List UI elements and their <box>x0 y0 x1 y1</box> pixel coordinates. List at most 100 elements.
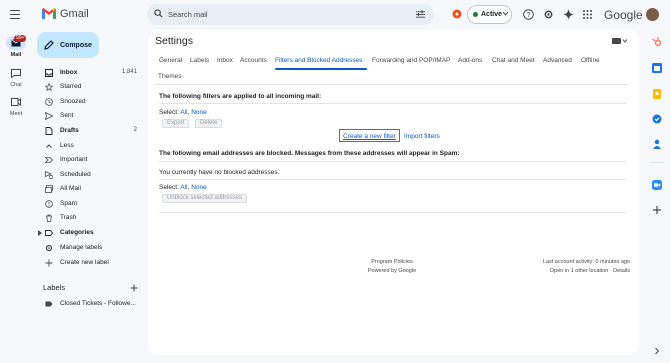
search-icon[interactable] <box>154 9 163 18</box>
tab-general[interactable]: General <box>159 57 182 64</box>
help-icon[interactable]: ? <box>523 9 534 20</box>
select-label: Select: <box>159 184 179 191</box>
contacts-icon[interactable] <box>652 139 662 149</box>
rail-item-mail[interactable]: Mail <box>1 52 31 58</box>
sidebar-item-create-label[interactable]: Create new label <box>30 256 147 270</box>
sidebar-item-label: Categories <box>60 229 94 236</box>
sidebar-item-snoozed[interactable]: Snoozed <box>30 95 147 109</box>
chevron-down-icon <box>503 12 508 16</box>
export-button[interactable]: Export <box>162 119 190 128</box>
tab-themes[interactable]: Themes <box>158 73 181 80</box>
select-all-link[interactable]: All <box>180 109 187 116</box>
unblock-button[interactable]: Unblock selected addresses <box>162 194 248 203</box>
filters-select-row: Select: All, None <box>159 109 207 116</box>
unread-badge: 99+ <box>14 35 27 42</box>
status-dot-icon <box>473 12 478 17</box>
chevron-right-icon[interactable] <box>652 346 662 356</box>
calendar-icon[interactable] <box>652 63 662 73</box>
sidebar-item-label: Starred <box>60 83 82 90</box>
sidebar-item-manage-labels[interactable]: Manage labels <box>30 241 147 255</box>
label-icon <box>45 229 53 237</box>
tab-filters-blocked[interactable]: Filters and Blocked Addresses <box>275 57 362 64</box>
unread-count: 1,841 <box>121 69 137 75</box>
select-label: Select: <box>159 109 179 116</box>
powered-by-text: Powered by Google <box>367 268 417 274</box>
sidebar-item-closed-tickets[interactable]: Closed Tickets - Followe... <box>30 297 147 311</box>
select-none-link[interactable]: None <box>191 109 207 116</box>
divider <box>159 103 626 104</box>
delete-button[interactable]: Delete <box>195 119 223 128</box>
sidebar-item-important[interactable]: Important <box>30 153 147 167</box>
label-icon <box>45 300 53 308</box>
details-link[interactable]: Open in 1 other location · Details <box>500 268 630 274</box>
hubspot-icon[interactable] <box>652 37 662 47</box>
tab-offline[interactable]: Offline <box>581 57 600 64</box>
spam-icon <box>45 200 53 208</box>
select-none-link[interactable]: None <box>191 184 207 191</box>
main-menu-icon[interactable] <box>10 10 20 19</box>
send-icon <box>45 112 53 120</box>
tab-chat-meet[interactable]: Chat and Meet <box>492 57 535 64</box>
add-label-icon[interactable] <box>130 284 138 292</box>
tab-accounts[interactable]: Accounts <box>240 57 267 64</box>
divider <box>159 179 626 180</box>
scheduled-icon <box>45 171 53 179</box>
get-addons-plus-icon[interactable] <box>652 205 662 215</box>
sidebar-item-drafts[interactable]: Drafts 2 <box>30 124 147 138</box>
sidebar-item-less[interactable]: Less <box>30 139 147 153</box>
all-mail-icon <box>45 185 53 193</box>
keep-icon[interactable] <box>652 89 662 99</box>
gmail-logo-icon[interactable] <box>41 7 57 20</box>
avatar[interactable] <box>646 8 659 21</box>
meet-icon[interactable] <box>11 98 21 106</box>
sidebar-item-spam[interactable]: Spam <box>30 197 147 211</box>
rail-item-chat[interactable]: Chat <box>1 82 31 88</box>
gemini-extension-icon[interactable] <box>452 9 462 19</box>
sidebar-item-inbox[interactable]: Inbox 1,841 <box>30 66 147 80</box>
sidebar-item-label: Important <box>60 156 88 163</box>
sidebar-item-label: Spam <box>60 200 77 207</box>
keyboard-input-icon[interactable] <box>612 38 628 44</box>
tab-addons[interactable]: Add-ons <box>458 57 482 64</box>
search-input[interactable]: Search mail <box>168 10 208 19</box>
zoom-addon-icon[interactable] <box>652 180 662 190</box>
sidebar-item-all-mail[interactable]: All Mail <box>30 182 147 196</box>
tasks-icon[interactable] <box>652 114 662 124</box>
create-filter-link[interactable]: Create a new filter <box>343 133 396 140</box>
tab-forwarding[interactable]: Forwarding and POP/IMAP <box>372 57 450 64</box>
gemini-sparkle-icon[interactable] <box>563 9 574 20</box>
rail-item-meet[interactable]: Meet <box>1 111 31 117</box>
draft-icon <box>45 127 53 135</box>
google-account-wordmark[interactable]: Google <box>604 8 643 22</box>
pencil-icon <box>44 40 54 50</box>
no-blocked-text: You currently have no blocked addresses. <box>159 169 280 176</box>
sidebar-item-label: Closed Tickets - Followe... <box>60 300 136 307</box>
filters-heading: The following filters are applied to all… <box>159 93 322 100</box>
expand-arrow-icon[interactable] <box>38 230 42 236</box>
sidebar-item-sent[interactable]: Sent <box>30 109 147 123</box>
import-filters-link[interactable]: Import filters <box>404 133 440 140</box>
apps-grid-icon[interactable] <box>583 10 592 19</box>
program-policies-link[interactable]: Program Policies <box>352 259 432 265</box>
divider <box>159 161 626 162</box>
sidebar-item-scheduled[interactable]: Scheduled <box>30 168 147 182</box>
search-options-icon[interactable] <box>416 10 425 19</box>
sidebar-item-starred[interactable]: Starred <box>30 80 147 94</box>
select-all-link[interactable]: All <box>180 184 187 191</box>
tab-labels[interactable]: Labels <box>190 57 209 64</box>
sidebar-item-trash[interactable]: Trash <box>30 211 147 225</box>
divider <box>159 212 626 213</box>
sidebar-item-label: All Mail <box>60 185 81 192</box>
active-tab-indicator <box>275 68 367 70</box>
divider <box>650 162 664 163</box>
tab-inbox[interactable]: Inbox <box>217 57 233 64</box>
sidebar-item-label: Inbox <box>60 69 78 76</box>
settings-gear-icon[interactable] <box>543 9 554 20</box>
trash-icon <box>45 214 53 222</box>
sidebar-item-categories[interactable]: Categories <box>30 226 147 240</box>
chat-icon[interactable] <box>11 69 21 78</box>
tab-advanced[interactable]: Advanced <box>543 57 572 64</box>
svg-text:?: ? <box>527 12 531 19</box>
draft-count: 2 <box>133 127 137 133</box>
important-icon <box>45 156 53 164</box>
